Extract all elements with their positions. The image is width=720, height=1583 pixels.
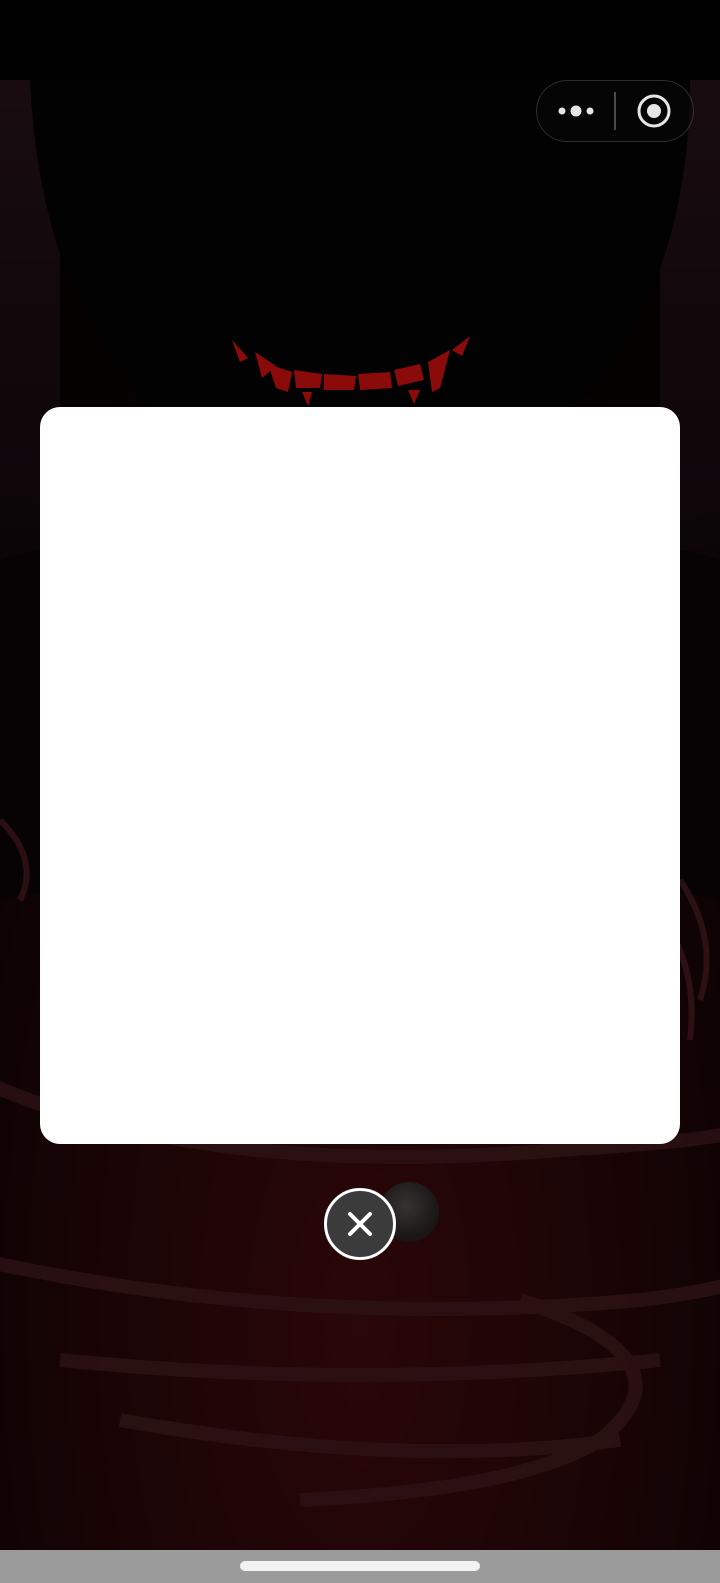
miniprogram-capsule xyxy=(536,80,694,142)
close-miniprogram-button[interactable] xyxy=(616,80,693,142)
app-screen xyxy=(0,0,720,1583)
more-dots-icon xyxy=(558,105,594,117)
more-button[interactable] xyxy=(537,80,614,142)
modal-close-button[interactable] xyxy=(324,1188,396,1260)
close-x-icon xyxy=(348,1212,372,1236)
home-indicator[interactable] xyxy=(240,1561,480,1571)
target-circle-icon xyxy=(637,94,671,128)
modal-dialog xyxy=(40,407,680,1144)
